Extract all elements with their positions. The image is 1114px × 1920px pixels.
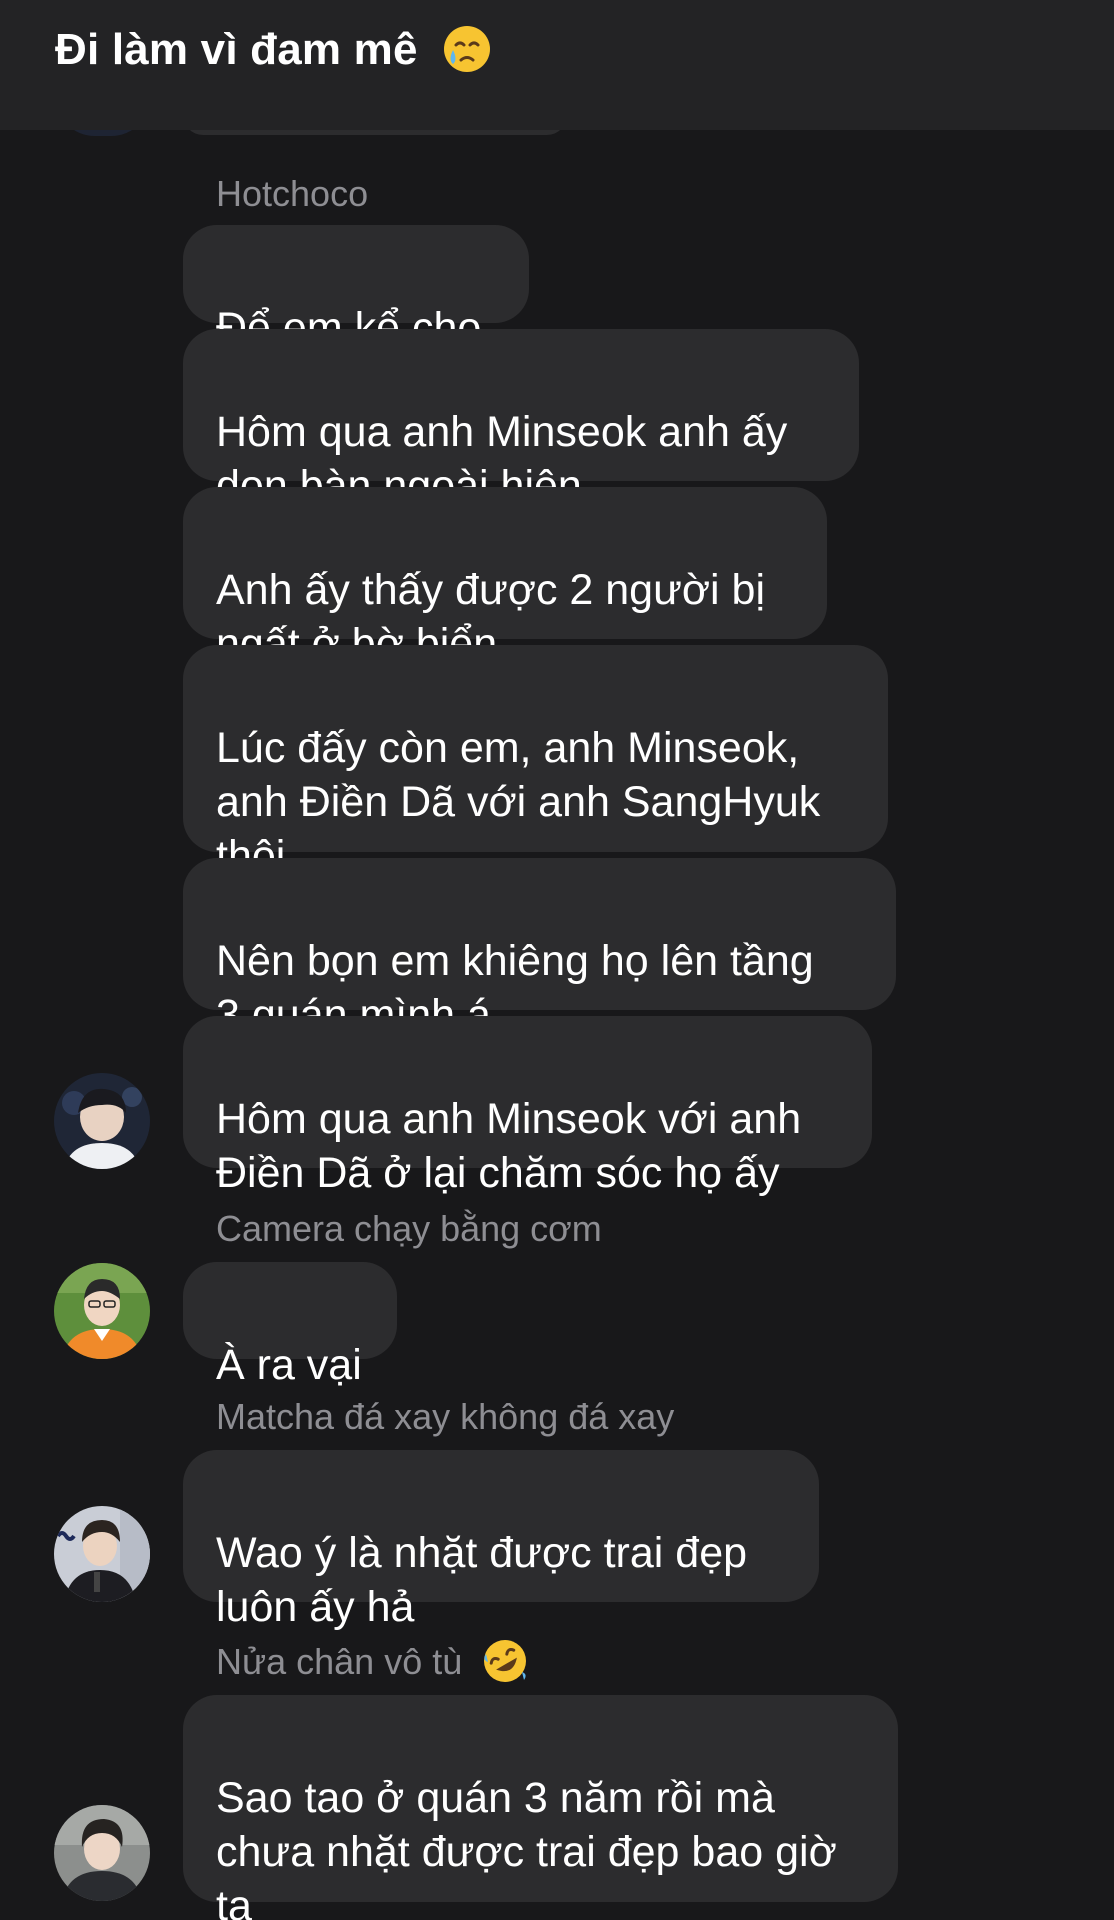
sender-name: Matcha đá xay không đá xay	[216, 1396, 675, 1437]
message-bubble[interactable]: Hôm qua anh Minseok anh ấy dọn bàn ngoài…	[183, 329, 859, 510]
sender-name: Camera chạy bằng cơm	[216, 1208, 602, 1249]
sender-name: Nửa chân vô tù	[216, 1640, 528, 1684]
rolling-on-floor-laughing-icon	[482, 1638, 528, 1684]
message-bubble[interactable]: Lúc đấy còn em, anh Minseok, anh Điền Dã…	[183, 645, 888, 880]
chat-screen: Đi làm vì đam mê Hotchoco Để em kể cho H…	[0, 0, 1114, 1920]
sender-name-text: Nửa chân vô tù	[216, 1641, 463, 1682]
message-bubble[interactable]: Để em kể cho	[183, 225, 529, 352]
message-bubble[interactable]: Hôm qua anh Minseok với anh Điền Dã ở lạ…	[183, 1016, 872, 1197]
avatar-hotchoco[interactable]	[54, 1073, 150, 1169]
message-text: Hôm qua anh Minseok với anh Điền Dã ở lạ…	[216, 1095, 802, 1197]
message-bubble[interactable]: À ra vại	[183, 1262, 397, 1389]
sender-name: Hotchoco	[216, 173, 369, 214]
message-bubble[interactable]: Anh ấy thấy được 2 người bị ngất ở bờ bi…	[183, 487, 827, 668]
face-holding-back-tears-icon	[442, 24, 492, 74]
avatar-camera[interactable]	[54, 1263, 150, 1359]
group-title-text: Đi làm vì đam mê	[55, 25, 418, 74]
message-text: Wao ý là nhặt được trai đẹp luôn ấy hả	[216, 1529, 748, 1631]
message-text: Lúc đấy còn em, anh Minseok, anh Điền Dã…	[216, 724, 821, 880]
chat-header[interactable]: Đi làm vì đam mê	[0, 0, 1114, 130]
message-bubble[interactable]: Sao tao ở quán 3 năm rồi mà chưa nhặt đư…	[183, 1695, 898, 1920]
message-bubble[interactable]: Wao ý là nhặt được trai đẹp luôn ấy hả	[183, 1450, 819, 1631]
message-bubble[interactable]: Nên bọn em khiêng họ lên tầng 3 quán mìn…	[183, 858, 896, 1039]
message-text: À ra vại	[216, 1341, 362, 1389]
group-title[interactable]: Đi làm vì đam mê	[55, 22, 492, 78]
avatar-matcha[interactable]	[54, 1506, 150, 1602]
avatar-nua-chan[interactable]	[54, 1805, 150, 1901]
message-text: Sao tao ở quán 3 năm rồi mà chưa nhặt đư…	[216, 1774, 837, 1920]
